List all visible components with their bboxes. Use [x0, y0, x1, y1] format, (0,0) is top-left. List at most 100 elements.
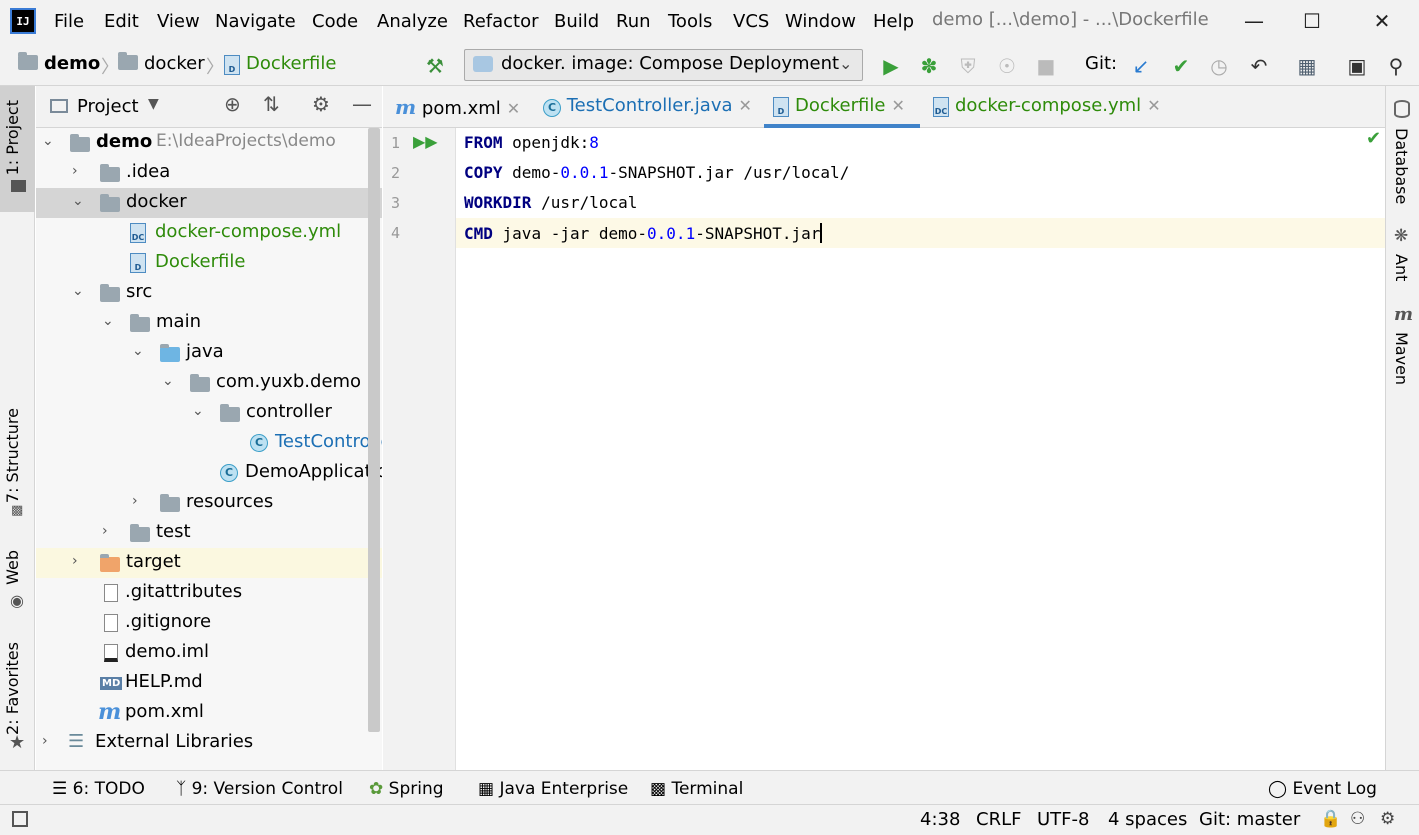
code-editor[interactable]: FROM openjdk:8 COPY demo-0.0.1-SNAPSHOT.… [457, 128, 1385, 770]
line-separator[interactable]: CRLF [976, 809, 1021, 830]
tool-tab-favorites[interactable]: 2: Favorites [3, 642, 22, 735]
tree-row-test[interactable]: › test [36, 518, 382, 548]
project-view-selector[interactable]: Project [77, 96, 139, 117]
tree-row-demo[interactable]: ⌄ demo E:\IdeaProjects\demo [36, 128, 382, 158]
menu-edit[interactable]: Edit [104, 11, 139, 32]
tool-version-control[interactable]: ᛉ 9: Version Control [176, 779, 343, 799]
tool-event-log[interactable]: ◯ Event Log [1268, 779, 1377, 799]
git-history-icon[interactable]: ◷ [1206, 53, 1232, 79]
breadcrumb-file[interactable]: D Dockerfile [224, 53, 336, 75]
tool-tab-web[interactable]: Web [3, 550, 22, 585]
tree-row-main[interactable]: ⌄ main [36, 308, 382, 338]
tree-row-src[interactable]: ⌄ src [36, 278, 382, 308]
tab-pom-xml[interactable]: m pom.xml ✕ [395, 95, 520, 119]
project-structure-icon[interactable]: ▦ [1294, 53, 1320, 79]
tool-spring[interactable]: ✿ Spring [369, 779, 444, 799]
close-tab-icon[interactable]: ✕ [507, 99, 520, 118]
close-tab-icon[interactable]: ✕ [891, 96, 904, 115]
tool-tab-maven[interactable]: Maven [1392, 332, 1411, 385]
tree-row-gitignore[interactable]: .gitignore [36, 608, 382, 638]
presentation-icon[interactable]: ▣ [1344, 53, 1370, 79]
tree-row-external-libraries[interactable]: › ☰ External Libraries [36, 728, 382, 758]
coverage-icon[interactable]: ⛨ [955, 53, 981, 79]
menu-vcs[interactable]: VCS [733, 11, 769, 32]
indent-setting[interactable]: 4 spaces [1108, 809, 1187, 830]
run-gutter-icon[interactable]: ▶▶ [413, 132, 438, 151]
chevron-right-icon[interactable]: › [72, 163, 78, 179]
maximize-icon[interactable]: ☐ [1292, 6, 1332, 36]
tree-row-gitattributes[interactable]: .gitattributes [36, 578, 382, 608]
tool-tab-structure[interactable]: 7: Structure [3, 408, 22, 503]
run-config-select[interactable]: docker. image: Compose Deployment ⌄ [464, 49, 863, 81]
chevron-down-icon[interactable]: ⌄ [192, 403, 204, 419]
rollback-icon[interactable]: ↶ [1246, 53, 1272, 79]
build-hammer-icon[interactable]: ⚒ [422, 53, 448, 79]
menu-view[interactable]: View [157, 11, 200, 32]
tab-dockerfile[interactable]: D Dockerfile ✕ [773, 95, 905, 117]
close-icon[interactable]: ✕ [1362, 6, 1402, 36]
run-icon[interactable]: ▶ [878, 53, 904, 79]
event-icon[interactable]: ⚙ [1380, 809, 1395, 829]
inspector-icon[interactable]: ⚇ [1350, 809, 1365, 829]
tool-terminal[interactable]: ▩ Terminal [650, 779, 743, 799]
git-update-icon[interactable]: ↙ [1128, 53, 1154, 79]
chevron-down-icon[interactable]: ⌄ [102, 313, 114, 329]
close-tab-icon[interactable]: ✕ [1147, 96, 1160, 115]
locate-icon[interactable]: ⊕ [224, 92, 241, 116]
tree-row-java[interactable]: ⌄ java [36, 338, 382, 368]
tab-docker-compose[interactable]: DC docker-compose.yml ✕ [933, 95, 1161, 117]
tree-row-package[interactable]: ⌄ com.yuxb.demo [36, 368, 382, 398]
tool-tab-database[interactable]: Database [1392, 128, 1411, 204]
hide-icon[interactable]: — [352, 92, 372, 116]
chevron-down-icon[interactable]: ▼ [148, 96, 159, 112]
gear-icon[interactable]: ⚙ [312, 92, 330, 116]
tool-java-enterprise[interactable]: ▦ Java Enterprise [478, 779, 628, 799]
minimize-icon[interactable]: — [1234, 6, 1274, 36]
chevron-down-icon[interactable]: ⌄ [162, 373, 174, 389]
chevron-right-icon[interactable]: › [102, 523, 108, 539]
menu-run[interactable]: Run [616, 11, 651, 32]
tab-testcontroller[interactable]: C TestController.java ✕ [543, 95, 752, 117]
stop-icon[interactable]: ■ [1033, 53, 1059, 79]
menu-refactor[interactable]: Refactor [463, 11, 539, 32]
toggle-tool-windows-icon[interactable] [12, 811, 28, 827]
menu-navigate[interactable]: Navigate [215, 11, 296, 32]
menu-file[interactable]: File [54, 11, 84, 32]
chevron-down-icon[interactable]: ⌄ [72, 193, 84, 209]
menu-code[interactable]: Code [312, 11, 358, 32]
debug-bug-icon[interactable]: ✽ [916, 53, 942, 79]
tool-tab-ant[interactable]: Ant [1392, 254, 1411, 281]
search-icon[interactable]: ⚲ [1383, 53, 1409, 79]
tree-row-iml[interactable]: demo.iml [36, 638, 382, 668]
menu-help[interactable]: Help [873, 11, 914, 32]
chevron-right-icon[interactable]: › [72, 553, 78, 569]
chevron-down-icon[interactable]: ⌄ [42, 133, 54, 149]
caret-position[interactable]: 4:38 [920, 809, 960, 830]
close-tab-icon[interactable]: ✕ [739, 96, 752, 115]
tree-row-testcontroller[interactable]: C TestController [36, 428, 382, 458]
tree-row-help-md[interactable]: MD HELP.md [36, 668, 382, 698]
menu-window[interactable]: Window [785, 11, 856, 32]
chevron-right-icon[interactable]: › [132, 493, 138, 509]
breadcrumb-folder[interactable]: docker [118, 52, 205, 74]
tree-row-docker[interactable]: ⌄ docker [36, 188, 382, 218]
project-scrollbar[interactable] [368, 128, 380, 732]
inspection-ok-icon[interactable]: ✔ [1366, 128, 1381, 149]
collapse-all-icon[interactable]: ⇅ [263, 92, 280, 116]
file-encoding[interactable]: UTF-8 [1037, 809, 1089, 830]
tool-todo[interactable]: ☰ 6: TODO [52, 779, 145, 799]
tree-row-resources[interactable]: › resources [36, 488, 382, 518]
profile-icon[interactable]: ☉ [994, 53, 1020, 79]
chevron-right-icon[interactable]: › [42, 733, 48, 749]
git-branch[interactable]: Git: master [1199, 809, 1300, 830]
tree-row-dockerfile[interactable]: D Dockerfile [36, 248, 382, 278]
tree-row-target[interactable]: › target [36, 548, 382, 578]
chevron-down-icon[interactable]: ⌄ [72, 283, 84, 299]
git-commit-icon[interactable]: ✔ [1168, 53, 1194, 79]
breadcrumb-project[interactable]: demo [18, 52, 100, 74]
menu-build[interactable]: Build [554, 11, 599, 32]
tree-row-pom[interactable]: m pom.xml [36, 698, 382, 728]
lock-icon[interactable]: 🔒 [1320, 809, 1341, 829]
chevron-down-icon[interactable]: ⌄ [132, 343, 144, 359]
menu-tools[interactable]: Tools [668, 11, 712, 32]
